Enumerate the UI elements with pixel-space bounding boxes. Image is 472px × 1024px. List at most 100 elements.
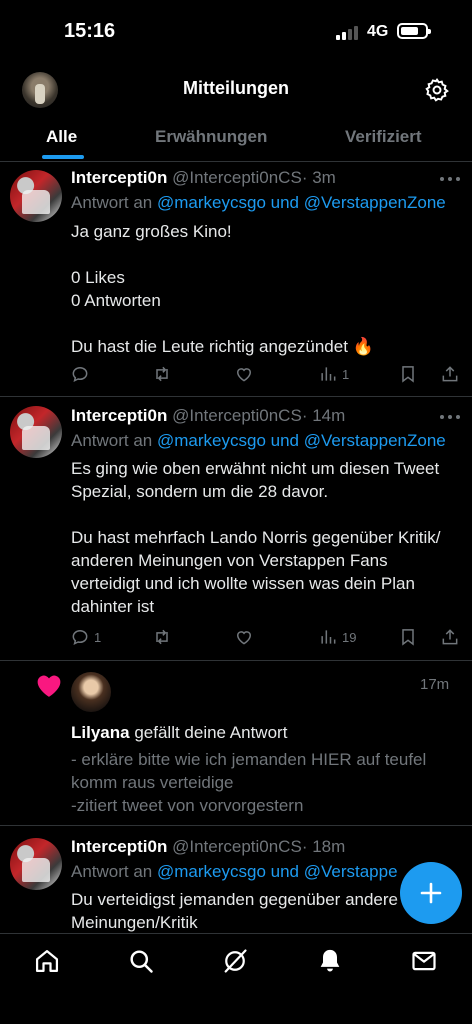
home-icon [35, 949, 59, 973]
liker-name[interactable]: Lilyana [71, 723, 130, 742]
views-button[interactable]: 19 [318, 626, 356, 648]
repost-icon [156, 629, 168, 645]
reply-mentions[interactable]: @markeycsgo und @VerstappenZone [157, 193, 446, 212]
post-line [71, 243, 463, 266]
post-time: · 14m [301, 406, 346, 425]
author-handle: @Intercepti0nCS [172, 168, 302, 187]
post-line: 0 Antworten [71, 291, 161, 310]
post-line: verteidigt und ich wollte wissen was dei… [71, 574, 415, 593]
network-type: 4G [367, 23, 389, 40]
more-icon[interactable] [438, 413, 462, 421]
post-line: Ja ganz großes Kino! [71, 222, 232, 241]
reply-count: 1 [94, 629, 102, 645]
header: Mitteilungen Alle Erwähnungen Verifizier… [0, 62, 472, 162]
bookmark-icon [402, 366, 414, 383]
bookmark-button[interactable] [398, 626, 418, 648]
nav-notifications[interactable] [316, 947, 346, 977]
reply-button[interactable] [70, 363, 94, 385]
nav-search[interactable] [127, 947, 157, 977]
avatar[interactable] [10, 170, 62, 222]
tab-erwahnungen[interactable]: Erwähnungen [155, 127, 267, 147]
reply-post[interactable]: Intercepti0n @Intercepti0nCS· 3m Antwort… [0, 163, 472, 397]
bell-icon [320, 949, 340, 972]
post-line: Meinungen/Kritik [71, 913, 198, 932]
post-text: Es ging wie oben erwähnt nicht um diesen… [71, 457, 463, 618]
post-header: Intercepti0n @Intercepti0nCS· 18m [71, 837, 345, 857]
post-line: Es ging wie oben erwähnt nicht um diesen… [71, 459, 440, 478]
reply-icon [72, 366, 88, 383]
nav-home[interactable] [33, 947, 63, 977]
reply-post[interactable]: Intercepti0n @Intercepti0nCS· 18m Antwor… [0, 826, 472, 933]
like-notification[interactable]: 17m Lilyana gefällt deine Antwort - erkl… [0, 661, 472, 826]
battery-icon [397, 23, 431, 39]
reply-prefix: Antwort an [71, 431, 153, 450]
views-icon [321, 367, 336, 381]
views-count: 19 [342, 629, 357, 645]
reply-button[interactable]: 1 [70, 626, 101, 648]
share-icon [442, 366, 458, 382]
author-name[interactable]: Intercepti0n [71, 168, 167, 187]
tab-alle[interactable]: Alle [46, 127, 77, 147]
repost-button[interactable] [152, 363, 172, 385]
heart-icon [236, 631, 252, 645]
status-time: 15:16 [64, 20, 116, 42]
author-name[interactable]: Intercepti0n [71, 837, 167, 856]
envelope-icon [412, 951, 436, 971]
liked-reply-line: -zitiert tweet von vorvorgestern [71, 796, 304, 815]
notification-time: 17m [420, 676, 450, 693]
active-tab-indicator [42, 155, 84, 159]
like-button[interactable] [234, 363, 254, 385]
nav-messages[interactable] [410, 947, 440, 977]
post-line: Spezial, sondern um die 28 davor. [71, 482, 329, 501]
bookmark-button[interactable] [398, 363, 418, 385]
grok-icon [224, 949, 247, 973]
post-actions: 1 19 [70, 626, 462, 650]
post-header: Intercepti0n @Intercepti0nCS· 3m [71, 168, 336, 188]
avatar[interactable] [10, 406, 62, 458]
liked-reply-line: komm raus verteidige [71, 773, 234, 792]
post-line: Du hast die Leute richtig angezündet 🔥 [71, 337, 374, 356]
post-time: · 3m [301, 168, 336, 187]
avatar[interactable] [10, 838, 62, 890]
share-icon [442, 629, 458, 645]
reply-mentions[interactable]: @markeycsgo und @Verstappe [157, 862, 398, 881]
reply-context: Antwort an @markeycsgo und @VerstappenZo… [71, 193, 446, 213]
liked-reply-line: - erkläre bitte wie ich jemanden HIER au… [71, 750, 427, 769]
avatar[interactable] [71, 672, 111, 712]
post-header: Intercepti0n @Intercepti0nCS· 14m [71, 406, 345, 426]
liked-reply-text: - erkläre bitte wie ich jemanden HIER au… [71, 748, 463, 817]
post-line [71, 503, 463, 526]
post-line: 0 Likes [71, 268, 125, 287]
reply-post[interactable]: Intercepti0n @Intercepti0nCS· 14m Antwor… [0, 397, 472, 661]
post-text: Ja ganz großes Kino! 0 Likes 0 Antworten… [71, 220, 463, 358]
gear-icon[interactable] [424, 77, 450, 103]
notification-feed[interactable]: Intercepti0n @Intercepti0nCS· 3m Antwort… [0, 163, 472, 933]
share-button[interactable] [440, 626, 460, 648]
compose-button[interactable] [400, 862, 462, 924]
author-name[interactable]: Intercepti0n [71, 406, 167, 425]
bookmark-icon [402, 629, 414, 646]
repost-button[interactable] [152, 626, 172, 648]
tab-verifiziert[interactable]: Verifiziert [345, 127, 422, 147]
post-actions: 1 [70, 363, 462, 387]
repost-icon [156, 366, 168, 382]
share-button[interactable] [440, 363, 460, 385]
post-line: anderen Meinungen von Verstappen Fans [71, 551, 388, 570]
reply-mentions[interactable]: @markeycsgo und @VerstappenZone [157, 431, 446, 450]
nav-grok[interactable] [221, 947, 251, 977]
signal-icon [336, 24, 360, 40]
more-icon[interactable] [438, 175, 462, 183]
notification-text: Lilyana gefällt deine Antwort [71, 721, 463, 744]
post-time: · 18m [301, 837, 346, 856]
reply-context: Antwort an @markeycsgo und @Verstappe [71, 862, 398, 882]
search-icon [130, 950, 153, 973]
plus-icon [420, 882, 442, 904]
bottom-nav [0, 933, 472, 1024]
like-button[interactable] [234, 626, 254, 648]
views-count: 1 [342, 366, 350, 382]
reply-prefix: Antwort an [71, 193, 153, 212]
views-button[interactable]: 1 [318, 363, 349, 385]
author-handle: @Intercepti0nCS [172, 837, 302, 856]
status-bar: 15:16 4G [0, 0, 472, 62]
post-line: dahinter ist [71, 597, 155, 616]
